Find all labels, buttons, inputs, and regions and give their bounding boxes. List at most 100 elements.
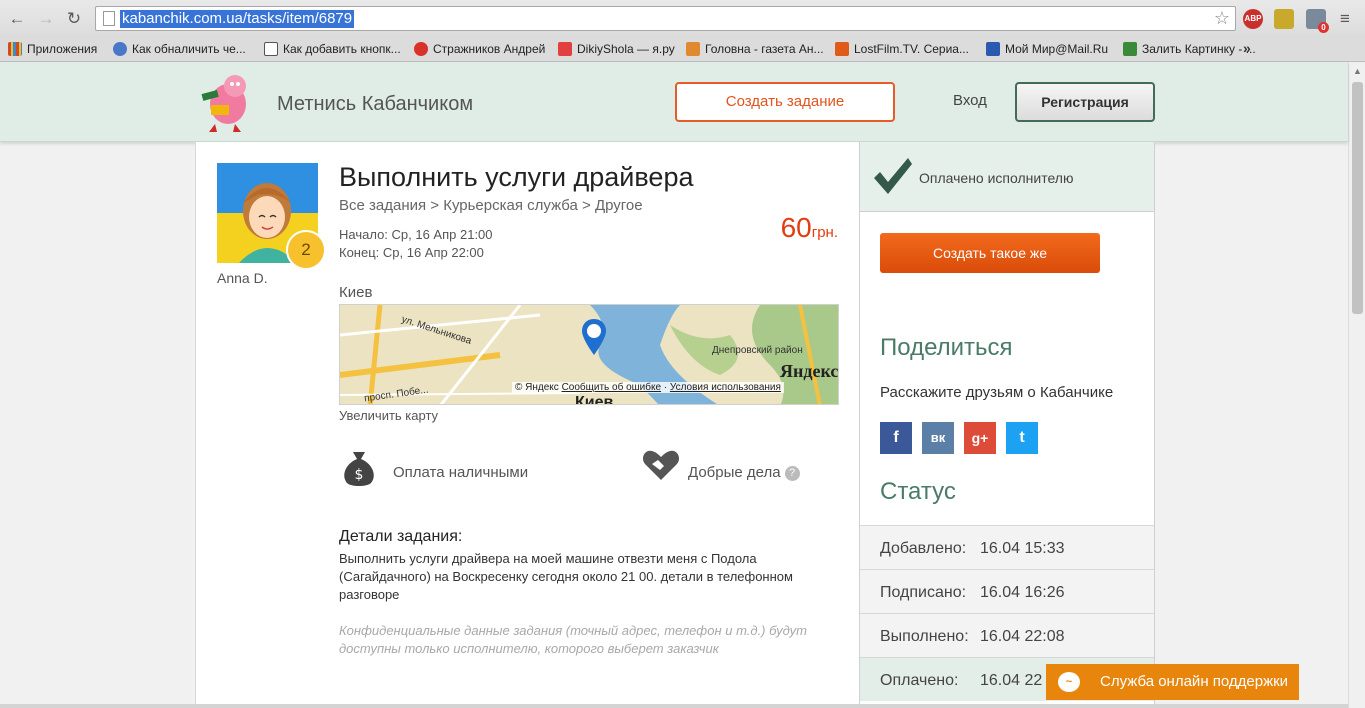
bookmark-item[interactable]: Стражников Андрей — [414, 41, 545, 58]
breadcrumb[interactable]: Все задания > Курьерская служба > Другое — [339, 197, 643, 214]
confidential-note: Конфиденциальные данные задания (точный … — [339, 623, 808, 656]
adblock-icon[interactable]: ABP — [1243, 9, 1263, 29]
handshake-heart-icon — [642, 450, 680, 480]
status-value: 16.04 22:08 — [980, 628, 1065, 645]
bookmark-label: LostFilm.TV. Сериа... — [854, 42, 969, 56]
bookmark-label: Мой Мир@Mail.Ru — [1005, 42, 1109, 56]
task-title: Выполнить услуги драйвера — [339, 162, 694, 192]
status-label: Оплачено: — [880, 672, 959, 689]
chat-bubble-icon: ~ — [1058, 672, 1080, 692]
metro-icon — [414, 42, 428, 56]
bookmark-item[interactable]: DikiyShola — я.ру — [558, 41, 675, 58]
map-copyright-text: © Яндекс — [515, 382, 559, 393]
task-price: 60грн. — [781, 212, 838, 244]
details-title: Детали задания: — [339, 528, 463, 545]
user-level-badge: 2 — [286, 230, 326, 270]
notification-count: 0 — [1318, 22, 1329, 33]
payment-method: $ Оплата наличными — [339, 448, 599, 488]
terms-link[interactable]: Условия использования — [670, 382, 781, 393]
mail-ru-icon — [986, 42, 1000, 56]
person-icon — [558, 42, 572, 56]
menu-icon[interactable]: ≡ — [1335, 9, 1355, 29]
status-row-signed: Подписано: 16.04 16:26 — [860, 569, 1154, 613]
pig-logo-icon[interactable] — [197, 72, 259, 134]
good-deeds: Добрые дела? — [642, 448, 822, 488]
lostfilm-icon — [835, 42, 849, 56]
author-name[interactable]: Anna D. — [217, 270, 268, 286]
bookmark-label: Как добавить кнопк... — [283, 42, 401, 56]
scroll-up-icon[interactable]: ▲ — [1353, 66, 1362, 76]
url-text[interactable]: kabanchik.com.ua/tasks/item/6879 — [120, 10, 355, 28]
bookmark-label: Залить Картинку - ... — [1142, 42, 1256, 56]
enlarge-map-link[interactable]: Увеличить карту — [339, 408, 438, 423]
map-city-label: Киев — [575, 394, 614, 405]
google-plus-icon[interactable]: g+ — [964, 422, 996, 454]
globe-icon — [113, 42, 127, 56]
browser-toolbar: ← → ↻ kabanchik.com.ua/tasks/item/6879 ☆… — [0, 0, 1365, 37]
bookmark-star-icon[interactable]: ☆ — [1214, 8, 1230, 29]
end-time: Конец: Ср, 16 Апр 22:00 — [339, 245, 484, 260]
status-value: 16.04 15:33 — [980, 540, 1065, 557]
reload-icon[interactable]: ↻ — [64, 9, 84, 29]
bookmarks-bar: Приложения Как обналичить че... Как доба… — [0, 37, 1365, 62]
bookmark-label: Головна - газета Ан... — [705, 42, 824, 56]
newspaper-icon — [686, 42, 700, 56]
svg-text:$: $ — [355, 467, 364, 483]
map-widget[interactable]: ул. Мельникова Днепровский район просп. … — [339, 304, 839, 405]
apps-grid-icon — [8, 42, 22, 56]
task-sidebar: Оплачено исполнителю Создать такое же По… — [859, 142, 1155, 708]
login-link[interactable]: Вход — [953, 92, 987, 109]
vkontakte-icon[interactable]: вк — [922, 422, 954, 454]
bookmark-label: Приложения — [27, 42, 98, 56]
address-bar[interactable]: kabanchik.com.ua/tasks/item/6879 ☆ — [95, 6, 1236, 31]
bookmark-item[interactable]: Мой Мир@Mail.Ru — [986, 41, 1108, 58]
status-label: Выполнено: — [880, 628, 969, 645]
bookmark-apps[interactable]: Приложения — [8, 41, 97, 58]
image-icon — [1123, 42, 1137, 56]
bookmark-item[interactable]: Как обналичить че... — [113, 41, 246, 58]
report-error-link[interactable]: Сообщить об ошибке — [562, 382, 661, 393]
price-currency: грн. — [811, 224, 838, 241]
bookmark-label: Как обналичить че... — [132, 42, 246, 56]
site-header: Метнись Кабанчиком Создать задание Вход … — [0, 62, 1348, 142]
price-value: 60 — [780, 212, 812, 243]
status-title: Статус — [880, 478, 956, 505]
back-arrow-icon[interactable]: ← — [7, 9, 27, 29]
status-label: Подписано: — [880, 584, 967, 601]
task-times: Начало: Ср, 16 Апр 21:00 Конец: Ср, 16 А… — [339, 226, 493, 262]
status-value: 16.04 16:26 — [980, 584, 1065, 601]
document-icon — [264, 42, 278, 56]
forward-arrow-icon[interactable]: → — [36, 9, 56, 29]
bookmark-item[interactable]: Как добавить кнопк... — [264, 41, 401, 58]
twitter-icon[interactable]: t — [1006, 422, 1038, 454]
register-button[interactable]: Регистрация — [1015, 82, 1155, 122]
extension-icon[interactable] — [1274, 9, 1294, 29]
good-deeds-text: Добрые дела — [688, 464, 781, 481]
page-icon — [103, 11, 115, 26]
status-value: 16.04 22 — [980, 672, 1043, 689]
paid-text: Оплачено исполнителю — [919, 170, 1074, 186]
share-text: Расскажите друзьям о Кабанчике — [880, 384, 1114, 401]
bookmark-label: Стражников Андрей — [433, 42, 546, 56]
map-pin-icon[interactable] — [580, 317, 608, 357]
bookmark-item[interactable]: LostFilm.TV. Сериа... — [835, 41, 969, 58]
bookmark-item[interactable]: Залить Картинку - ... — [1123, 41, 1256, 58]
bookmark-item[interactable]: Головна - газета Ан... — [686, 41, 824, 58]
help-icon[interactable]: ? — [784, 466, 800, 481]
create-task-button[interactable]: Создать задание — [675, 82, 895, 122]
scrollbar-thumb[interactable] — [1352, 82, 1363, 314]
paid-status-box: Оплачено исполнителю — [860, 142, 1154, 212]
facebook-icon[interactable]: f — [880, 422, 912, 454]
bookmarks-more-button[interactable]: » — [1243, 40, 1251, 56]
brand-name[interactable]: Метнись Кабанчиком — [277, 93, 473, 116]
share-title: Поделиться — [880, 334, 1013, 361]
create-same-button[interactable]: Создать такое же — [880, 233, 1100, 273]
notification-icon[interactable]: 0 — [1306, 9, 1329, 33]
online-support-widget[interactable]: ~ Служба онлайн поддержки — [1046, 664, 1299, 700]
task-content: 2 Anna D. Выполнить услуги драйвера Все … — [195, 142, 859, 708]
status-label: Добавлено: — [880, 540, 967, 557]
yandex-logo[interactable]: Яндекс — [780, 361, 838, 382]
bookmark-label: DikiyShola — я.ру — [577, 42, 675, 56]
status-row-added: Добавлено: 16.04 15:33 — [860, 525, 1154, 569]
page-scrollbar[interactable]: ▲ — [1348, 62, 1365, 708]
